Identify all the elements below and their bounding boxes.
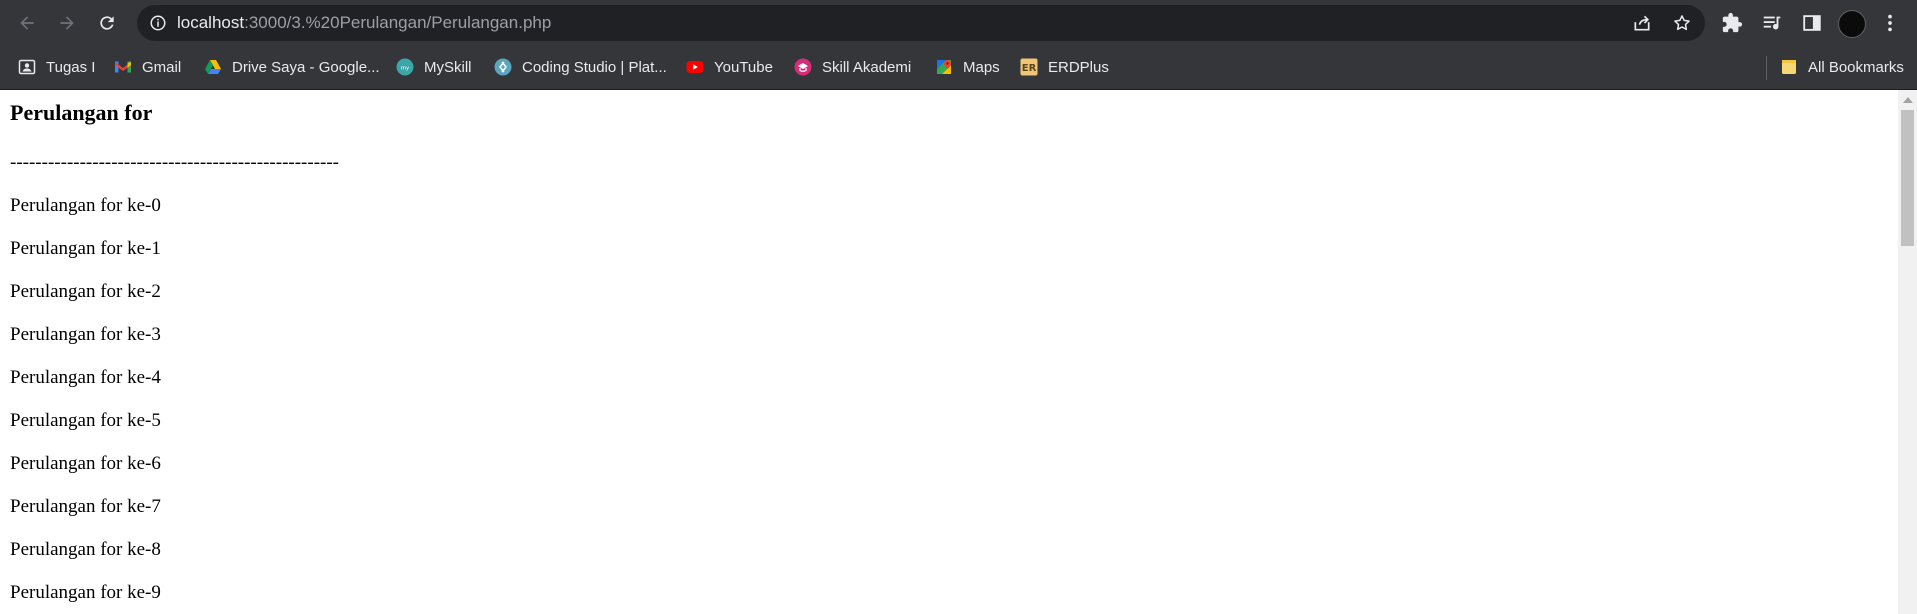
bookmark-label: Skill Akademi (822, 58, 912, 76)
loop-output-line: Perulangan for ke-8 (10, 539, 161, 560)
side-panel-button[interactable] (1800, 11, 1824, 35)
profile-avatar[interactable] (1838, 10, 1866, 38)
arrow-left-icon (20, 16, 34, 30)
bookmark-myskill[interactable]: my MySkill (396, 56, 472, 78)
loop-output-line: Perulangan for ke-2 (10, 281, 161, 302)
contact-card-icon (18, 58, 36, 76)
bookmark-skill-akademi[interactable]: Skill Akademi (794, 56, 911, 78)
bookmark-drive[interactable]: Drive Saya - Google... (204, 56, 380, 78)
extensions-button[interactable] (1720, 11, 1744, 35)
bookmark-tugas-i[interactable]: Tugas I (18, 56, 95, 78)
myskill-icon: my (396, 58, 414, 76)
bookmark-label: Gmail (142, 58, 182, 76)
skill-akademi-icon (794, 58, 812, 76)
page-heading: Perulangan for (10, 100, 153, 125)
bookmark-label: Maps (963, 58, 1000, 76)
url-path: :3000/3.%20Perulangan/Perulangan.php (244, 13, 552, 32)
bookmark-label: YouTube (714, 58, 773, 76)
back-button[interactable] (13, 9, 41, 37)
scrollbar-thumb[interactable] (1901, 110, 1914, 246)
separator-line: ----------------------------------------… (10, 152, 340, 173)
google-drive-icon (204, 58, 222, 76)
arrow-right-icon (60, 16, 74, 30)
loop-output-line: Perulangan for ke-4 (10, 367, 161, 388)
loop-output-line: Perulangan for ke-6 (10, 453, 161, 474)
vertical-scrollbar[interactable] (1898, 90, 1917, 614)
url-text[interactable]: localhost:3000/3.%20Perulangan/Perulanga… (177, 5, 551, 41)
bookmark-label: Coding Studio | Plat... (522, 58, 667, 76)
url-host: localhost (177, 13, 245, 32)
vertical-dots-icon (1888, 14, 1892, 32)
bookmark-label: MySkill (424, 58, 472, 76)
bookmark-star-button[interactable] (1671, 12, 1693, 34)
bookmark-maps[interactable]: Maps (935, 56, 1000, 78)
bookmark-erdplus[interactable]: ER ERDPlus (1020, 56, 1109, 78)
erdplus-favicon-text: ER (1022, 63, 1037, 74)
reload-button[interactable] (93, 9, 121, 37)
bookmark-youtube[interactable]: YouTube (686, 56, 773, 78)
share-icon (1634, 15, 1650, 31)
reading-list-button[interactable] (1760, 11, 1784, 35)
loop-output-line: Perulangan for ke-3 (10, 324, 161, 345)
erdplus-icon: ER (1020, 58, 1038, 76)
all-bookmarks-button[interactable]: All Bookmarks (1780, 56, 1904, 78)
browser-toolbar: localhost:3000/3.%20Perulangan/Perulanga… (0, 0, 1917, 46)
bookmark-gmail[interactable]: Gmail (114, 56, 181, 78)
bookmark-label: ERDPlus (1048, 58, 1109, 76)
forward-button[interactable] (53, 9, 81, 37)
loop-output-line: Perulangan for ke-5 (10, 410, 161, 431)
bookmarks-bar: Tugas I Gmail Drive Saya - Google... my … (0, 46, 1917, 90)
menu-button[interactable] (1878, 11, 1902, 35)
puzzle-piece-icon (1722, 12, 1743, 33)
site-info-icon[interactable] (149, 14, 167, 32)
gmail-icon (114, 58, 132, 76)
star-icon (1674, 15, 1690, 31)
loop-output-line: Perulangan for ke-1 (10, 238, 161, 259)
scroll-up-arrow-icon[interactable] (1903, 97, 1913, 103)
folder-icon (1780, 58, 1798, 76)
coding-studio-icon (494, 58, 512, 76)
bookmark-label: Tugas I (46, 58, 96, 76)
page-content: Perulangan for -------------------------… (0, 90, 1898, 614)
youtube-icon (686, 58, 704, 76)
media-queue-icon (1763, 16, 1781, 30)
share-button[interactable] (1631, 12, 1653, 34)
bookmark-coding-studio[interactable]: Coding Studio | Plat... (494, 56, 667, 78)
bookmarks-divider (1766, 56, 1767, 80)
google-maps-icon (935, 58, 953, 76)
bookmark-label: Drive Saya - Google... (232, 58, 380, 76)
reload-icon (100, 16, 114, 30)
side-panel-icon (1803, 15, 1821, 31)
loop-output-line: Perulangan for ke-9 (10, 582, 161, 603)
address-bar[interactable]: localhost:3000/3.%20Perulangan/Perulanga… (137, 5, 1705, 41)
loop-output-line: Perulangan for ke-0 (10, 195, 161, 216)
svg-text:my: my (401, 66, 410, 72)
all-bookmarks-label: All Bookmarks (1808, 58, 1904, 76)
loop-output-line: Perulangan for ke-7 (10, 496, 161, 517)
